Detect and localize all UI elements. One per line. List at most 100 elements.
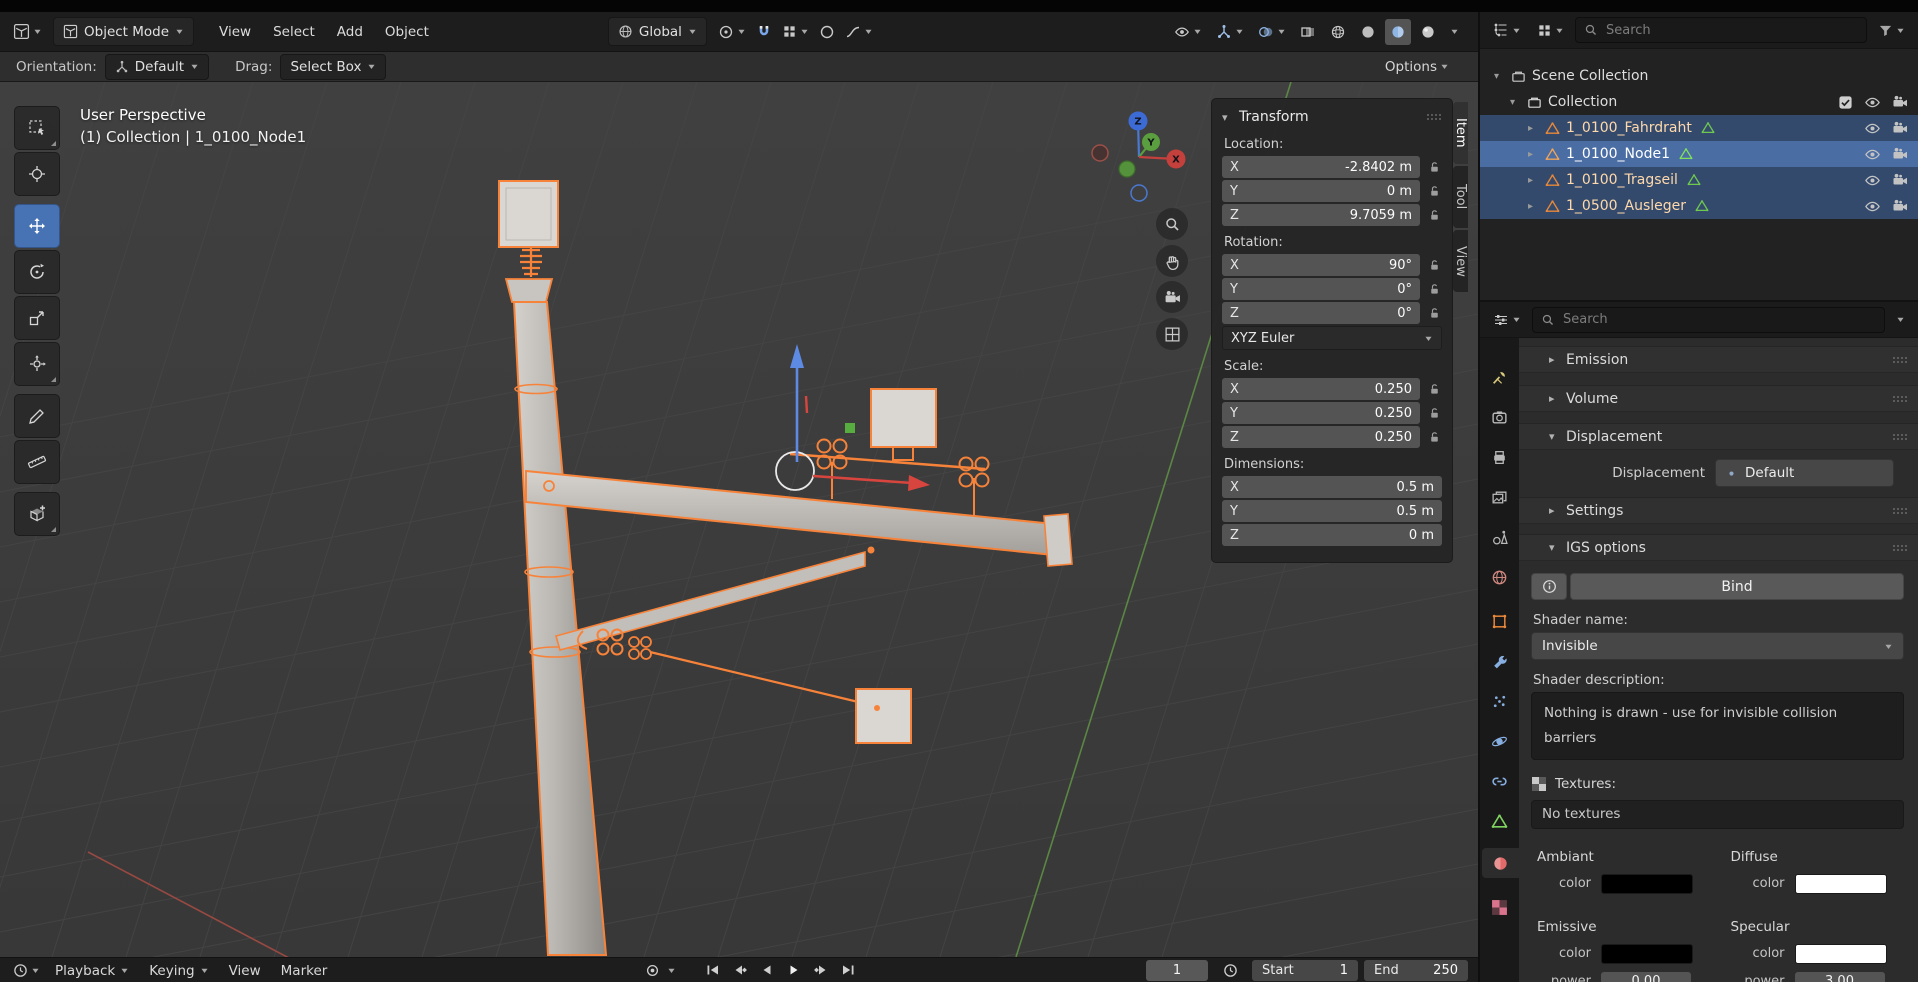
properties-tab-view-layer[interactable] (1483, 482, 1516, 512)
properties-tab-material[interactable] (1482, 848, 1519, 878)
scale-y-field[interactable]: Y0.250 (1222, 402, 1420, 424)
pivot-point-dropdown[interactable] (713, 19, 751, 45)
jump-to-end-button[interactable] (835, 959, 860, 981)
sidebar-tab-item[interactable]: Item (1453, 102, 1468, 164)
panel-expand-icon[interactable] (1549, 541, 1566, 554)
shading-rendered-button[interactable] (1415, 19, 1441, 45)
transform-panel-header[interactable]: Transform (1222, 106, 1442, 128)
expand-caret-icon[interactable] (1528, 149, 1545, 160)
ortho-toggle-button[interactable] (1156, 318, 1188, 350)
snap-toggle-button[interactable] (751, 19, 777, 45)
lock-icon[interactable] (1426, 405, 1442, 421)
scale-z-field[interactable]: Z0.250 (1222, 426, 1420, 448)
lock-icon[interactable] (1426, 429, 1442, 445)
current-frame-field[interactable]: 1 (1146, 960, 1208, 981)
overlays-dropdown[interactable] (1253, 19, 1291, 45)
specular-power-field[interactable]: 3.00 (1795, 972, 1885, 982)
rotation-x-field[interactable]: X90° (1222, 254, 1420, 276)
properties-tab-world[interactable] (1483, 562, 1516, 592)
sidebar-tab-tool[interactable]: Tool (1453, 166, 1468, 228)
properties-tab-object[interactable] (1483, 606, 1516, 636)
cursor-tool-button[interactable] (14, 152, 60, 196)
camera-visibility-icon[interactable] (1892, 198, 1908, 214)
properties-tab-texture[interactable] (1483, 892, 1516, 922)
menu-playback[interactable]: Playback (45, 963, 139, 979)
panel-header-displacement[interactable]: Displacement (1519, 423, 1918, 450)
panel-header-igs-options[interactable]: IGS options (1519, 534, 1918, 561)
camera-visibility-icon[interactable] (1892, 120, 1908, 136)
lock-icon[interactable] (1426, 305, 1442, 321)
scale-tool-button[interactable] (14, 296, 60, 340)
expand-caret-icon[interactable] (1528, 123, 1545, 134)
playback-sync-clock-icon[interactable] (1218, 959, 1243, 981)
outliner-row-object[interactable]: 1_0100_Fahrdraht (1480, 115, 1918, 141)
play-reverse-button[interactable] (754, 959, 779, 981)
frame-start-field[interactable]: Start1 (1252, 960, 1358, 981)
lock-icon[interactable] (1426, 159, 1442, 175)
properties-editor-type-button[interactable] (1488, 307, 1526, 333)
rotation-y-field[interactable]: Y0° (1222, 278, 1420, 300)
eye-icon[interactable] (1864, 198, 1881, 215)
emissive-power-field[interactable]: 0.00 (1601, 972, 1691, 982)
orientation-default-dropdown[interactable]: Default (105, 54, 209, 80)
sidebar-tab-view[interactable]: View (1453, 230, 1468, 292)
panel-header-emission[interactable]: Emission (1519, 346, 1918, 373)
pan-hand-button[interactable] (1156, 245, 1188, 277)
proportional-falloff-dropdown[interactable] (840, 19, 878, 45)
next-keyframe-button[interactable] (808, 959, 833, 981)
navigation-gizmo[interactable]: Z Y X (1089, 107, 1189, 207)
panel-drag-icon[interactable] (1426, 113, 1442, 121)
annotate-tool-button[interactable] (14, 394, 60, 438)
bind-info-button[interactable] (1531, 573, 1567, 600)
lock-icon[interactable] (1426, 257, 1442, 273)
camera-visibility-icon[interactable] (1892, 146, 1908, 162)
rotation-mode-dropdown[interactable]: XYZ Euler (1222, 326, 1442, 350)
previous-keyframe-button[interactable] (727, 959, 752, 981)
panel-header-volume[interactable]: Volume (1519, 385, 1918, 412)
panel-drag-icon[interactable] (1892, 395, 1908, 403)
panel-expand-icon[interactable] (1549, 504, 1566, 517)
panel-drag-icon[interactable] (1892, 433, 1908, 441)
measure-tool-button[interactable] (14, 440, 60, 484)
gizmos-dropdown[interactable] (1211, 19, 1249, 45)
properties-tab-constraints[interactable] (1483, 766, 1516, 796)
outliner-filter-button[interactable] (1873, 17, 1910, 43)
visibility-dropdown[interactable] (1169, 19, 1207, 45)
eye-icon[interactable] (1864, 172, 1881, 189)
axis-neg-z-handle[interactable] (1131, 185, 1147, 201)
drag-mode-dropdown[interactable]: Select Box (280, 54, 386, 80)
shading-material-button[interactable] (1385, 19, 1411, 45)
properties-tab-render[interactable] (1483, 402, 1516, 432)
bind-button[interactable]: Bind (1570, 573, 1904, 600)
diffuse-color-swatch[interactable] (1795, 874, 1887, 894)
expand-caret-icon[interactable] (1510, 97, 1527, 108)
rotate-tool-button[interactable] (14, 250, 60, 294)
location-x-field[interactable]: X-2.8402 m (1222, 156, 1420, 178)
axis-neg-x-handle[interactable] (1092, 145, 1108, 161)
camera-visibility-icon[interactable] (1892, 172, 1908, 188)
expand-caret-icon[interactable] (1528, 201, 1545, 212)
transform-tool-button[interactable] (14, 342, 60, 386)
expand-caret-icon[interactable] (1528, 175, 1545, 186)
menu-keying[interactable]: Keying (139, 963, 218, 979)
outliner-editor-type-button[interactable] (1488, 17, 1526, 43)
properties-tab-tool[interactable] (1483, 362, 1516, 392)
panel-drag-icon[interactable] (1892, 356, 1908, 364)
scale-x-field[interactable]: X0.250 (1222, 378, 1420, 400)
menu-view[interactable]: View (208, 24, 262, 40)
outliner-row-scene-collection[interactable]: Scene Collection (1480, 63, 1918, 89)
shader-name-dropdown[interactable]: Invisible (1531, 632, 1904, 660)
expand-caret-icon[interactable] (1494, 71, 1511, 82)
dimensions-z-field[interactable]: Z0 m (1222, 524, 1442, 546)
lock-icon[interactable] (1426, 183, 1442, 199)
timeline-editor-type-button[interactable] (8, 958, 45, 982)
menu-add[interactable]: Add (326, 24, 374, 40)
panel-drag-icon[interactable] (1892, 544, 1908, 552)
xray-toggle[interactable] (1295, 19, 1321, 45)
zoom-button[interactable] (1156, 208, 1188, 240)
outliner-row-object[interactable]: 1_0100_Tragseil (1480, 167, 1918, 193)
eye-icon[interactable] (1864, 94, 1881, 111)
panel-header-settings[interactable]: Settings (1519, 497, 1918, 524)
panel-expand-icon[interactable] (1549, 392, 1566, 405)
properties-tab-particles[interactable] (1483, 686, 1516, 716)
